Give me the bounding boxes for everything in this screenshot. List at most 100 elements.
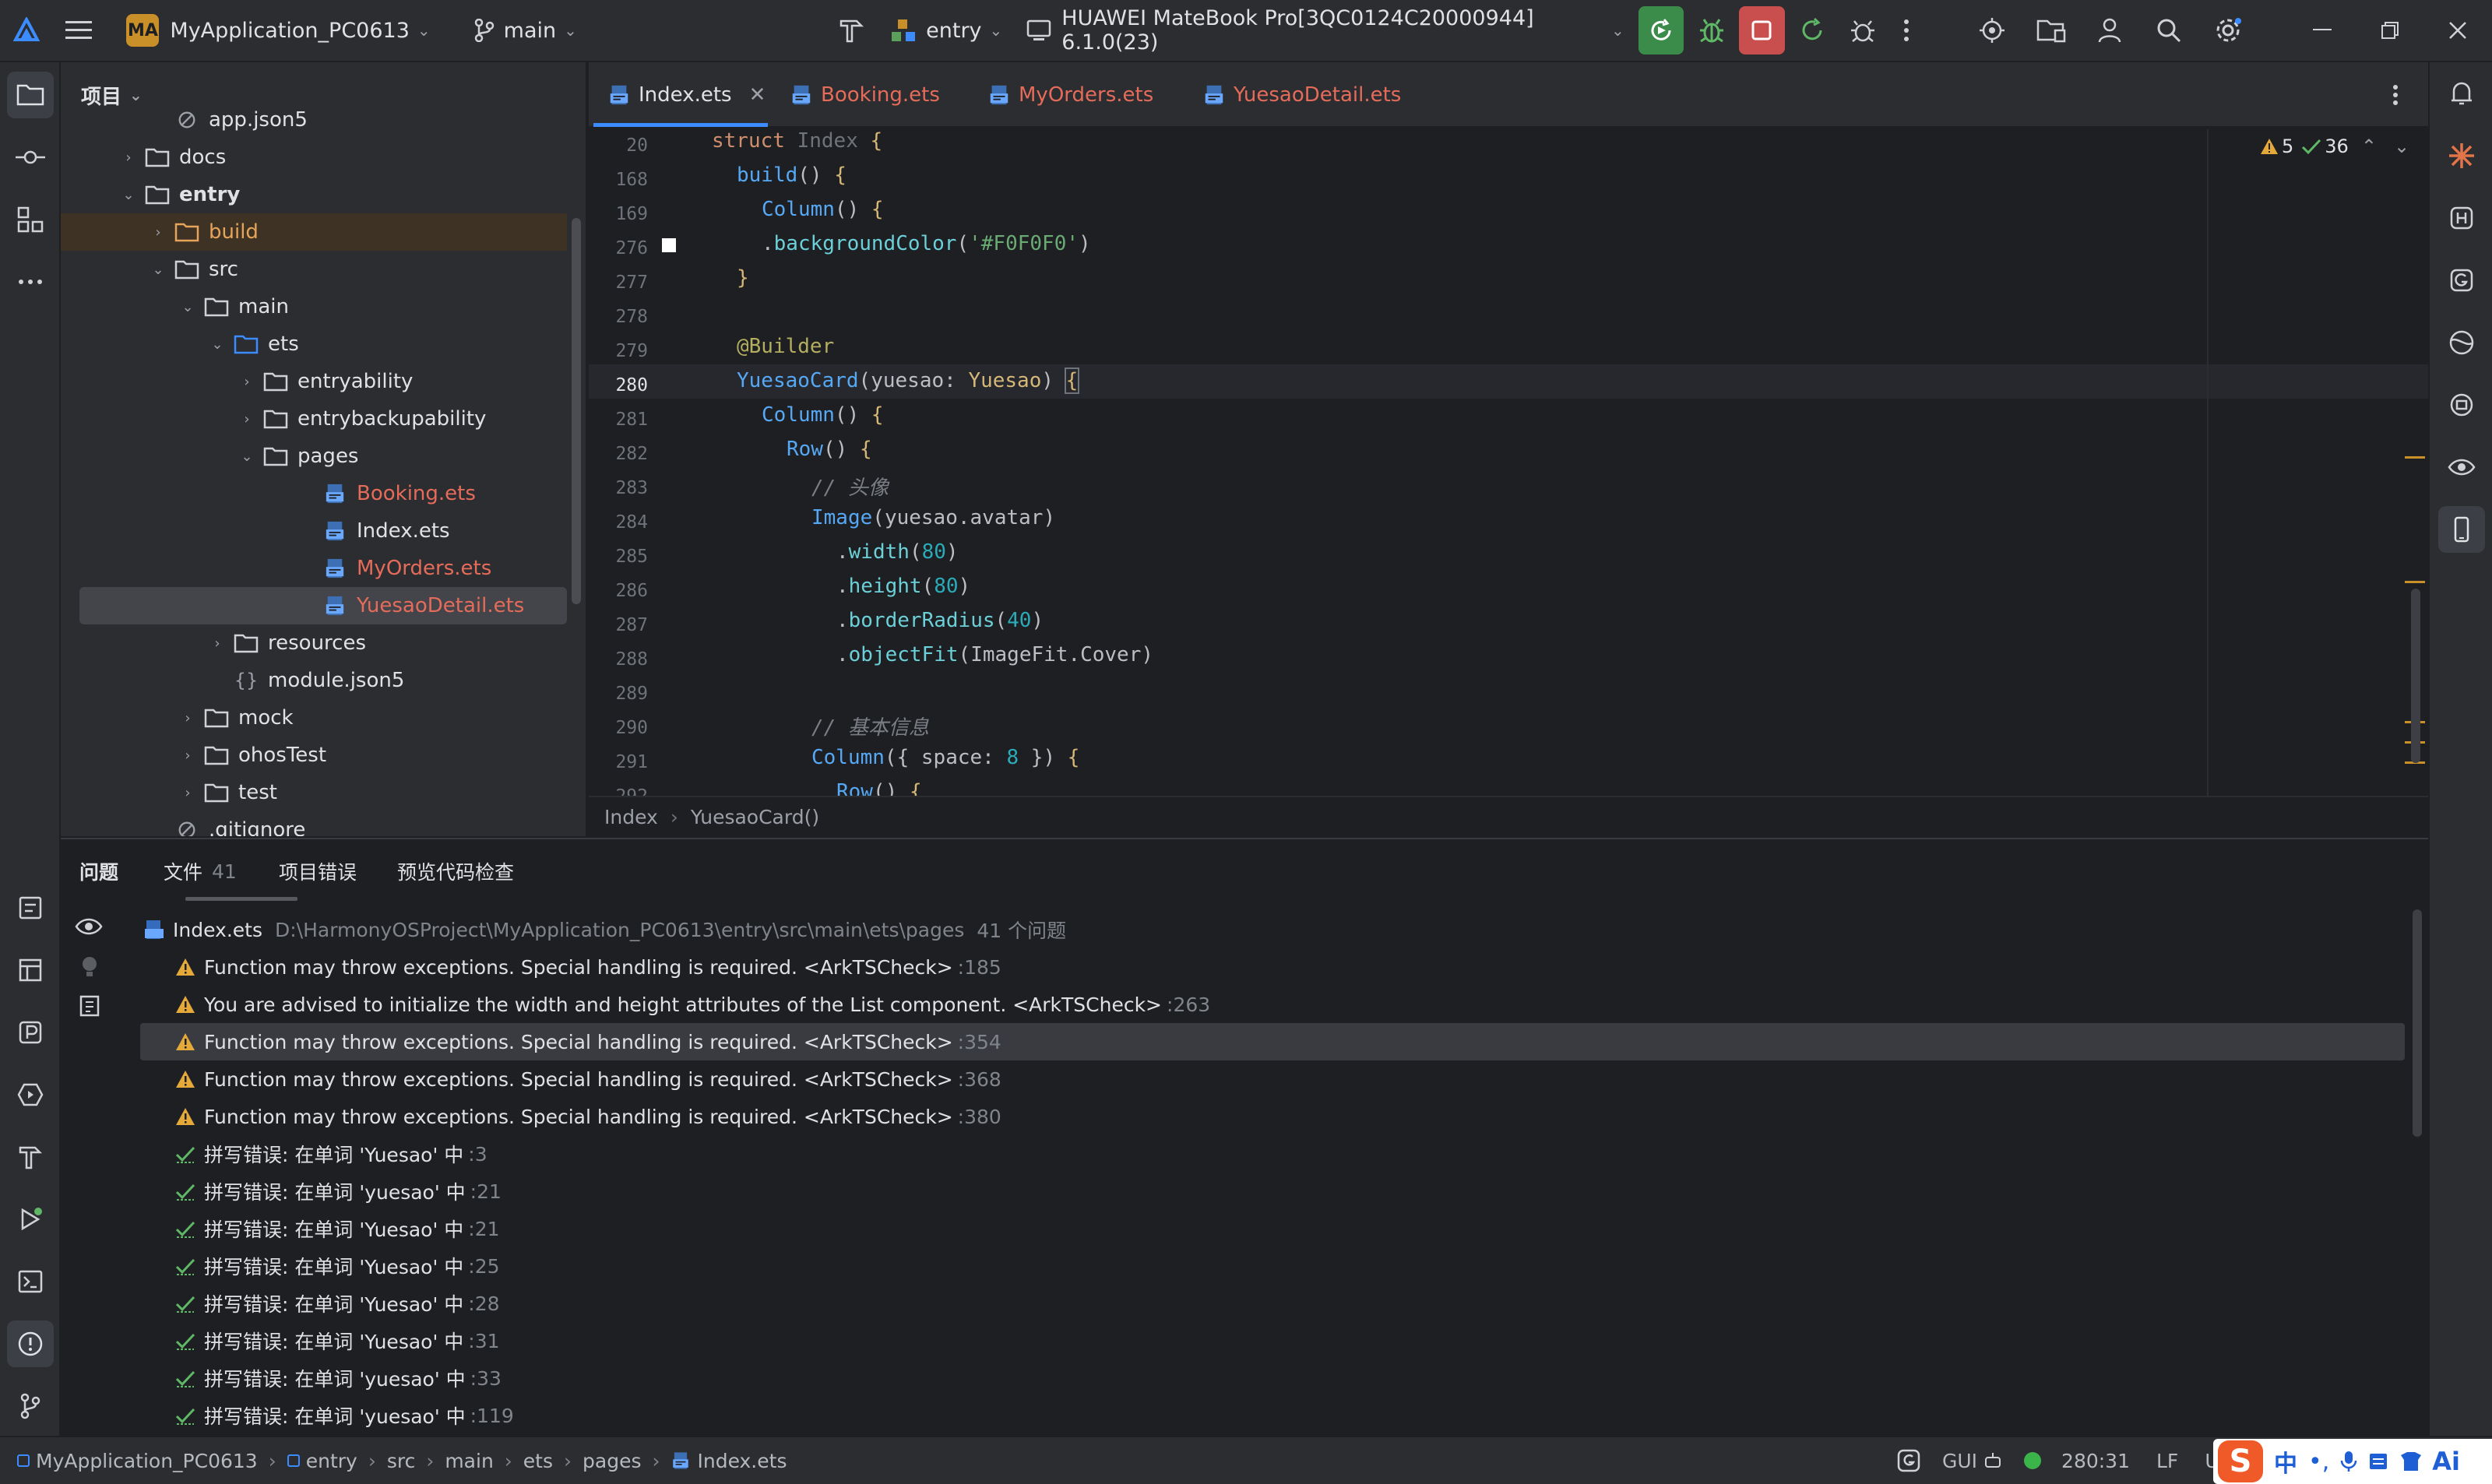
tree-item-mock[interactable]: › mock	[61, 699, 567, 737]
chevron-down-icon[interactable]: ⌄	[148, 262, 168, 278]
inspection-widget[interactable]: 5 36 ⌃ ⌄	[2260, 135, 2409, 157]
problem-item[interactable]: 拼写错误: 在单词 'Yuesao' 中:3	[174, 1135, 2439, 1173]
stop-button[interactable]	[1739, 6, 1785, 55]
terminal-icon[interactable]	[7, 1258, 54, 1305]
ai-assistant-icon[interactable]	[2438, 132, 2485, 179]
line-number[interactable]: 290	[589, 718, 648, 738]
problem-item[interactable]: Function may throw exceptions. Special h…	[174, 1098, 2439, 1135]
status-path-item[interactable]: pages	[583, 1450, 641, 1472]
phone-icon[interactable]	[2438, 506, 2485, 553]
chevron-right-icon[interactable]: ›	[178, 710, 198, 726]
tab-files[interactable]: 文件 41	[164, 839, 237, 903]
problem-item[interactable]: 拼写错误: 在单词 'yuesao' 中:33	[174, 1359, 2439, 1397]
hamburger-icon[interactable]	[53, 0, 104, 62]
line-number[interactable]: 285	[589, 547, 648, 567]
code-editor[interactable]: 20 168 169 276 277 278 279 280 281 282 283 284 285 28…	[589, 129, 2428, 796]
line-number[interactable]: 277	[589, 273, 648, 293]
more-vert-icon[interactable]	[1885, 0, 1927, 62]
git-icon[interactable]	[7, 1383, 54, 1429]
status-path-item[interactable]: ets	[523, 1450, 553, 1472]
chevron-down-icon[interactable]: ⌄	[2394, 135, 2409, 157]
line-number[interactable]: 279	[589, 341, 648, 361]
robot-icon[interactable]	[1983, 1451, 2002, 1470]
layout-icon[interactable]	[7, 947, 54, 993]
google-g-icon[interactable]	[1897, 1449, 1920, 1472]
tree-item-ets[interactable]: ⌄ ets	[61, 325, 567, 363]
status-dot-icon[interactable]	[2024, 1452, 2042, 1469]
problem-item[interactable]: 拼写错误: 在单词 'yuesao' 中:119	[174, 1397, 2439, 1434]
apply-changes-button[interactable]	[1790, 6, 1836, 55]
line-number[interactable]: 282	[589, 444, 648, 464]
build-hammer-icon[interactable]	[826, 0, 878, 62]
todo-icon[interactable]	[7, 884, 54, 931]
account-icon[interactable]	[2081, 0, 2140, 62]
tree-item--gitignore[interactable]: .gitignore	[61, 811, 567, 836]
search-icon[interactable]	[2139, 0, 2198, 62]
line-number[interactable]: 20	[589, 135, 648, 156]
problem-file-row[interactable]: Index.ets D:\HarmonyOSProject\MyApplicat…	[143, 911, 2408, 948]
chevron-down-icon[interactable]: ⌄	[207, 336, 227, 353]
chevron-right-icon[interactable]: ›	[148, 224, 168, 241]
caret-position[interactable]: 280:31	[2061, 1450, 2130, 1472]
device-manager-icon[interactable]	[2438, 382, 2485, 428]
error-stripe-marker[interactable]	[2405, 581, 2425, 583]
tree-item-ohostest[interactable]: › ohosTest	[61, 737, 567, 774]
close-icon[interactable]	[2424, 0, 2492, 62]
problem-item[interactable]: Function may throw exceptions. Special h…	[174, 1060, 2439, 1098]
hdc-icon[interactable]	[2438, 195, 2485, 241]
preview-eye-icon[interactable]	[2438, 444, 2485, 491]
tab-project-errors[interactable]: 项目错误	[279, 839, 357, 903]
more-horiz-icon[interactable]	[7, 258, 54, 305]
chevron-down-icon[interactable]: ⌄	[237, 448, 257, 465]
status-path-item[interactable]: src	[387, 1450, 416, 1472]
chevron-right-icon[interactable]: ›	[178, 747, 198, 764]
status-path-item[interactable]: Index.ets	[697, 1450, 787, 1472]
line-number[interactable]: 289	[589, 684, 648, 704]
chevron-right-icon[interactable]: ›	[178, 785, 198, 801]
tab-problems[interactable]: 问题	[79, 839, 118, 903]
line-number[interactable]: 283	[589, 478, 648, 498]
tree-item-main[interactable]: ⌄ main	[61, 288, 567, 325]
tree-item-app-json5[interactable]: app.json5	[61, 101, 567, 139]
chevron-down-icon[interactable]: ⌄	[118, 187, 139, 203]
line-number[interactable]: 291	[589, 752, 648, 772]
rerun-button[interactable]	[1638, 6, 1684, 55]
tree-item-build[interactable]: › build	[61, 213, 567, 251]
project-selector[interactable]: MA MyApplication_PC0613 ⌄	[126, 0, 431, 62]
folder-sync-icon[interactable]	[2022, 0, 2081, 62]
line-number[interactable]: 168	[589, 170, 648, 190]
run-icon[interactable]	[7, 1196, 54, 1243]
tab-yuesaodetail-ets[interactable]: YuesaoDetail.ets	[1202, 62, 1401, 128]
notifications-icon[interactable]	[2438, 70, 2485, 117]
network-icon[interactable]	[2438, 319, 2485, 366]
line-number[interactable]: 292	[589, 786, 648, 796]
services-icon[interactable]	[7, 1071, 54, 1118]
problems-icon[interactable]	[7, 1320, 54, 1367]
breadcrumb-item[interactable]: YuesaoCard()	[691, 806, 819, 828]
ime-toolbar[interactable]: S 中 •, Ai	[2213, 1439, 2492, 1484]
close-tab-icon[interactable]: ✕	[749, 83, 766, 107]
problem-item[interactable]: Function may throw exceptions. Special h…	[140, 1023, 2405, 1060]
line-separator[interactable]: LF	[2156, 1450, 2178, 1472]
line-number[interactable]: 280	[589, 375, 648, 396]
status-path-item[interactable]: entry	[306, 1450, 357, 1472]
restore-icon[interactable]	[2356, 0, 2424, 62]
tree-item-pages[interactable]: ⌄ pages	[61, 438, 567, 475]
tree-item-entrybackupability[interactable]: › entrybackupability	[61, 400, 567, 438]
tree-item-yuesaodetail-ets[interactable]: YuesaoDetail.ets	[79, 587, 567, 624]
chevron-up-icon[interactable]: ⌃	[2361, 135, 2377, 157]
tab-booking-ets[interactable]: Booking.ets	[790, 62, 940, 128]
harmony-logo-icon[interactable]	[0, 0, 53, 62]
structure-icon[interactable]	[7, 196, 54, 243]
tab-index-ets[interactable]: Index.ets ✕	[607, 62, 766, 128]
problem-item[interactable]: You are advised to initialize the width …	[174, 986, 2439, 1023]
commit-icon[interactable]	[7, 134, 54, 181]
tree-item-docs[interactable]: › docs	[61, 139, 567, 176]
tree-item-entryability[interactable]: › entryability	[61, 363, 567, 400]
chevron-right-icon[interactable]: ›	[118, 149, 139, 166]
project-tree-scrollbar[interactable]	[572, 218, 581, 604]
tree-item-entry[interactable]: ⌄ entry	[61, 176, 567, 213]
problems-scrollbar[interactable]	[2413, 909, 2422, 1137]
problem-item[interactable]: 拼写错误: 在单词 'Yuesao' 中:31	[174, 1322, 2439, 1359]
minimize-icon[interactable]	[2289, 0, 2356, 62]
